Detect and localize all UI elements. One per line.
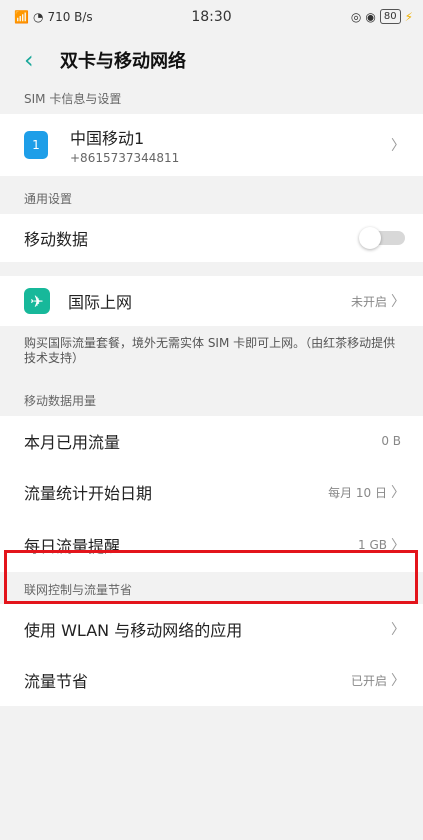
charging-icon: ⚡ [404, 9, 413, 24]
section-header-usage: 移动数据用量 [0, 386, 423, 416]
intl-roaming-label: 国际上网 [68, 293, 133, 312]
sim-card-icon: 1 [24, 131, 48, 159]
status-bar: 📶 ◔ 710 B/s 18:30 ◎ ◉ 80 ⚡ [0, 0, 423, 36]
chevron-right-icon: 〉 [391, 138, 405, 154]
section-header-general: 通用设置 [0, 176, 423, 214]
data-saver-row[interactable]: 流量节省 已开启 〉 [0, 654, 423, 706]
sim-card-row[interactable]: 1 中国移动1 +8615737344811 〉 [0, 114, 423, 176]
usage-row-value: 1 GB [358, 538, 387, 552]
battery-icon: 80 [379, 9, 401, 24]
globe-icon: ✈ [24, 288, 50, 314]
chevron-right-icon: 〉 [391, 485, 405, 501]
mobile-data-row[interactable]: 移动数据 [0, 214, 423, 262]
intl-roaming-value: 未开启 [350, 294, 387, 309]
chevron-right-icon: 〉 [391, 538, 405, 554]
sim-info: 中国移动1 +8615737344811 [70, 125, 179, 165]
usage-row-label: 本月已用流量 [24, 433, 121, 452]
data-saver-value: 已开启 [350, 673, 387, 688]
section-header-control: 联网控制与流量节省 [0, 572, 423, 604]
apps-network-label: 使用 WLAN 与移动网络的应用 [24, 621, 243, 640]
usage-row-daily-reminder[interactable]: 每日流量提醒 1 GB 〉 [0, 518, 423, 572]
usage-row-month[interactable]: 本月已用流量 0 B [0, 416, 423, 466]
lock-icon: ◉ [365, 9, 376, 24]
back-arrow-icon[interactable]: ‹ [24, 48, 46, 72]
sim-number: +8615737344811 [70, 151, 180, 165]
usage-row-value: 每月 10 日 [328, 485, 387, 500]
intl-description: 购买国际流量套餐，境外无需实体 SIM 卡即可上网。（由红茶移动提供技术支持） [0, 326, 423, 386]
status-right: ◎ ◉ 80 ⚡ [351, 9, 413, 24]
data-saver-label: 流量节省 [24, 672, 89, 691]
chevron-right-icon: 〉 [391, 673, 405, 689]
alarm-icon: ◎ [350, 9, 362, 24]
nav-bar: ‹ 双卡与移动网络 [0, 36, 423, 84]
usage-row-label: 每日流量提醒 [24, 537, 121, 556]
chevron-right-icon: 〉 [391, 294, 405, 310]
usage-row-label: 流量统计开始日期 [24, 484, 153, 503]
toggle-knob [359, 227, 381, 249]
page-title: 双卡与移动网络 [60, 51, 186, 72]
intl-roaming-row[interactable]: ✈ 国际上网 未开启 〉 [0, 276, 423, 326]
usage-row-value: 0 B [381, 434, 401, 448]
section-header-sim: SIM 卡信息与设置 [0, 84, 423, 114]
usage-row-start-date[interactable]: 流量统计开始日期 每月 10 日 〉 [0, 466, 423, 518]
mobile-data-label: 移动数据 [24, 230, 89, 249]
chevron-right-icon: 〉 [391, 622, 405, 638]
mobile-data-toggle[interactable] [359, 227, 405, 249]
apps-network-row[interactable]: 使用 WLAN 与移动网络的应用 〉 [0, 604, 423, 654]
spacer [0, 262, 423, 276]
sim-name: 中国移动1 [70, 129, 145, 148]
